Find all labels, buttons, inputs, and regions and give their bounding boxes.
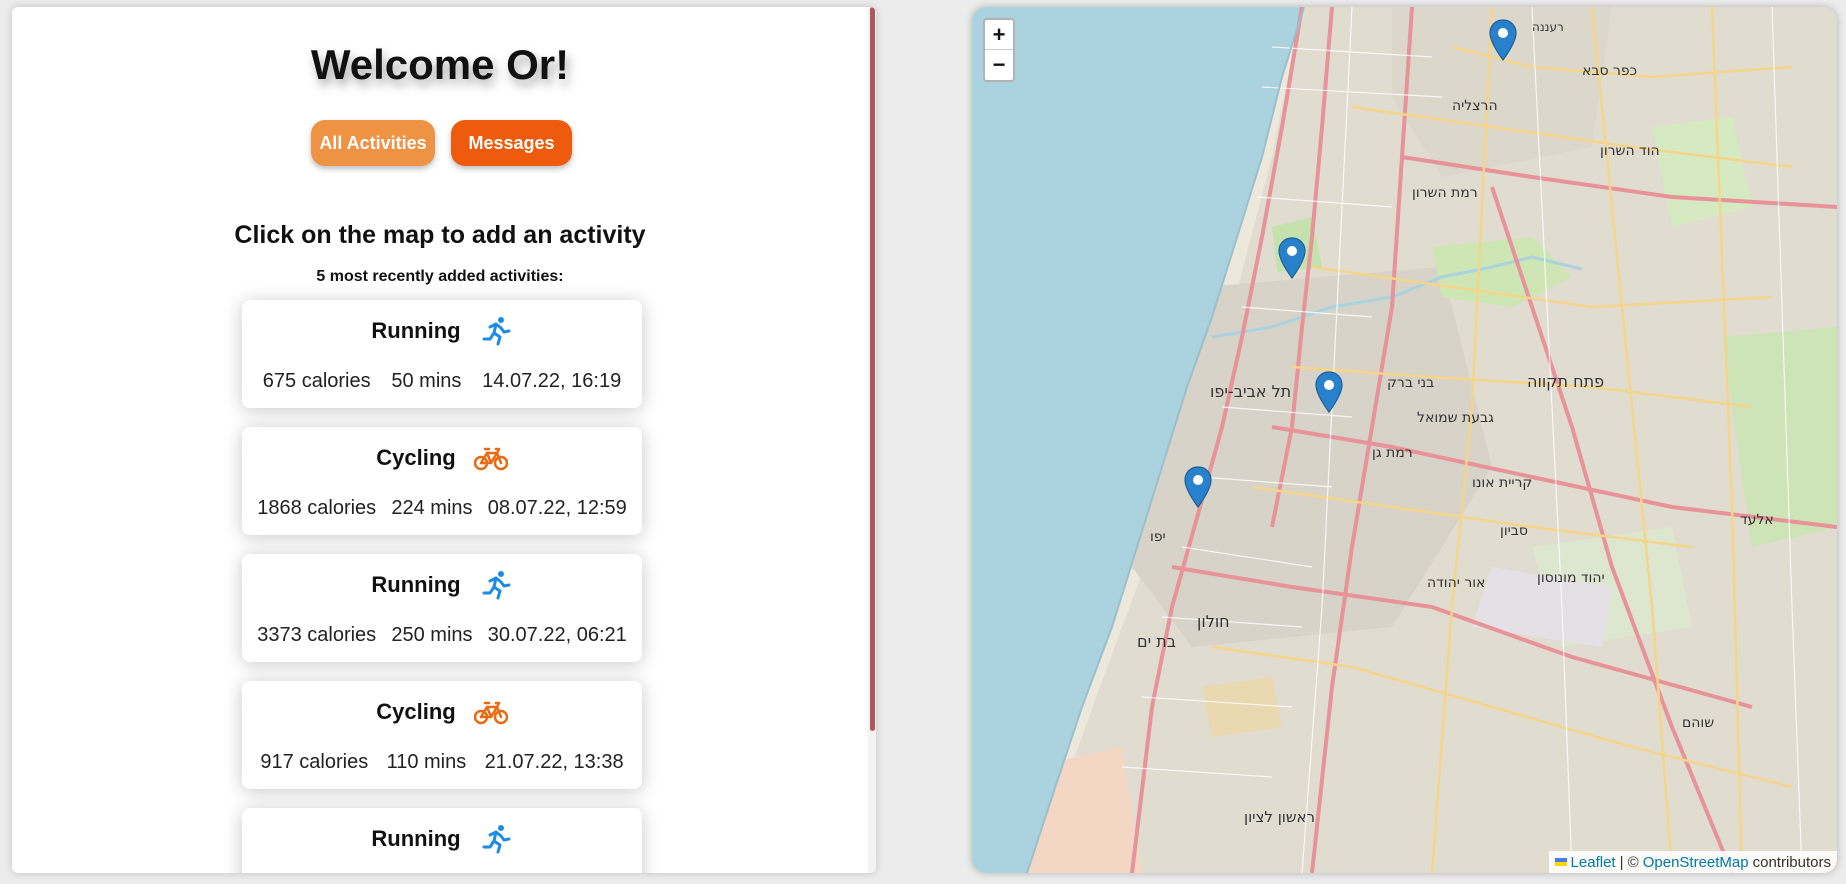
map-label: ראשון לציון: [1244, 808, 1315, 826]
activity-date: 14.07.22, 16:19: [482, 370, 622, 392]
attribution-contributors: contributors: [1752, 853, 1831, 871]
activities-panel: Welcome Or! All Activities Messages Clic…: [12, 7, 876, 873]
ukraine-flag-icon: [1554, 858, 1567, 866]
zoom-out-button[interactable]: −: [985, 50, 1013, 80]
activity-date: 30.07.22, 06:21: [487, 624, 627, 646]
map-label: פתח תקווה: [1527, 372, 1604, 391]
activity-calories: 675 calories: [262, 370, 371, 392]
activity-type: Running: [371, 318, 461, 343]
activity-marker[interactable]: [1278, 237, 1306, 279]
map-attribution: Leaflet | © OpenStreetMap contributors: [1548, 851, 1837, 873]
activity-card[interactable]: Running 3373 calories 250 mins 30.07.22,…: [242, 554, 642, 662]
activity-stats: 675 calories 50 mins 14.07.22, 16:19: [242, 370, 642, 393]
all-activities-button[interactable]: All Activities: [311, 120, 435, 166]
activity-type: Running: [371, 826, 461, 851]
activity-card[interactable]: Cycling 917 calories 110 mins 21.07.22, …: [242, 681, 642, 789]
map-label: הרצליה: [1452, 98, 1498, 114]
map-label: יפו: [1150, 529, 1166, 545]
attribution-separator: | ©: [1619, 853, 1639, 871]
map-label: בת ים: [1137, 632, 1176, 651]
map-instruction: Click on the map to add an activity: [234, 221, 646, 249]
activity-marker[interactable]: [1489, 19, 1517, 61]
zoom-in-button[interactable]: +: [985, 20, 1013, 50]
map-label: חולון: [1197, 612, 1230, 631]
activity-card-header: Running: [242, 316, 642, 346]
activity-duration: 224 mins: [391, 497, 473, 519]
activity-type: Cycling: [376, 445, 456, 470]
scrollbar-thumb[interactable]: [870, 7, 875, 731]
activity-stats: 1868 calories 224 mins 08.07.22, 12:59: [242, 497, 642, 520]
map-label: קריית אונו: [1472, 475, 1532, 491]
messages-button[interactable]: Messages: [451, 120, 572, 166]
map-label: כפר סבא: [1582, 63, 1637, 79]
activity-marker[interactable]: [1184, 466, 1212, 508]
activity-type: Running: [371, 572, 461, 597]
map-label: רמת גן: [1372, 445, 1413, 461]
zoom-control: + −: [983, 18, 1015, 82]
map-tiles[interactable]: הרצליה כפר סבא רעננה הוד השרון רמת השרון…: [972, 7, 1837, 873]
leaflet-link[interactable]: Leaflet: [1571, 854, 1616, 871]
running-icon: [482, 317, 511, 346]
running-icon: [482, 825, 511, 854]
map-label: שוהם: [1682, 715, 1714, 731]
map-label: תל אביב-יפו: [1210, 382, 1291, 401]
map-label: בני ברק: [1387, 375, 1434, 391]
activity-stats: 3373 calories 250 mins 30.07.22, 06:21: [242, 624, 642, 647]
map-label: רמת השרון: [1412, 185, 1478, 201]
activity-calories: 917 calories: [260, 751, 369, 773]
activity-duration: 50 mins: [391, 370, 462, 392]
map-label: גבעת שמואל: [1417, 410, 1494, 426]
recent-activities-label: 5 most recently added activities:: [316, 268, 564, 285]
bicycle-icon: [473, 701, 508, 725]
openstreetmap-link[interactable]: OpenStreetMap: [1643, 854, 1749, 871]
activity-card-header: Running: [242, 570, 642, 600]
bicycle-icon: [473, 447, 508, 471]
activity-card[interactable]: Cycling 1868 calories 224 mins 08.07.22,…: [242, 427, 642, 535]
map-label: סביון: [1500, 523, 1528, 539]
activity-card-header: Cycling: [242, 697, 642, 727]
map-label: יהוד מונוסון: [1537, 570, 1605, 586]
activity-marker[interactable]: [1315, 371, 1343, 413]
welcome-heading: Welcome Or!: [310, 41, 570, 88]
activity-card-header: Running: [242, 824, 642, 854]
map-label: הוד השרון: [1600, 143, 1660, 159]
activity-calories: 3373 calories: [257, 624, 377, 646]
activity-type: Cycling: [376, 699, 456, 724]
activity-date: 08.07.22, 12:59: [487, 497, 627, 519]
map-label: רעננה: [1532, 20, 1564, 34]
activity-card-header: Cycling: [242, 443, 642, 473]
scrollbar-track[interactable]: [868, 7, 876, 873]
activity-duration: 250 mins: [391, 624, 473, 646]
map-view[interactable]: הרצליה כפר סבא רעננה הוד השרון רמת השרון…: [972, 7, 1837, 873]
activity-card[interactable]: Running: [242, 808, 642, 873]
activity-duration: 110 mins: [386, 751, 467, 773]
map-label: אלעד: [1740, 512, 1774, 528]
map-label: אור יהודה: [1427, 575, 1485, 591]
activity-calories: 1868 calories: [257, 497, 377, 519]
activity-card[interactable]: Running 675 calories 50 mins 14.07.22, 1…: [242, 300, 642, 408]
activity-date: 21.07.22, 13:38: [484, 751, 624, 773]
activity-stats: 917 calories 110 mins 21.07.22, 13:38: [242, 751, 642, 774]
running-icon: [482, 571, 511, 600]
